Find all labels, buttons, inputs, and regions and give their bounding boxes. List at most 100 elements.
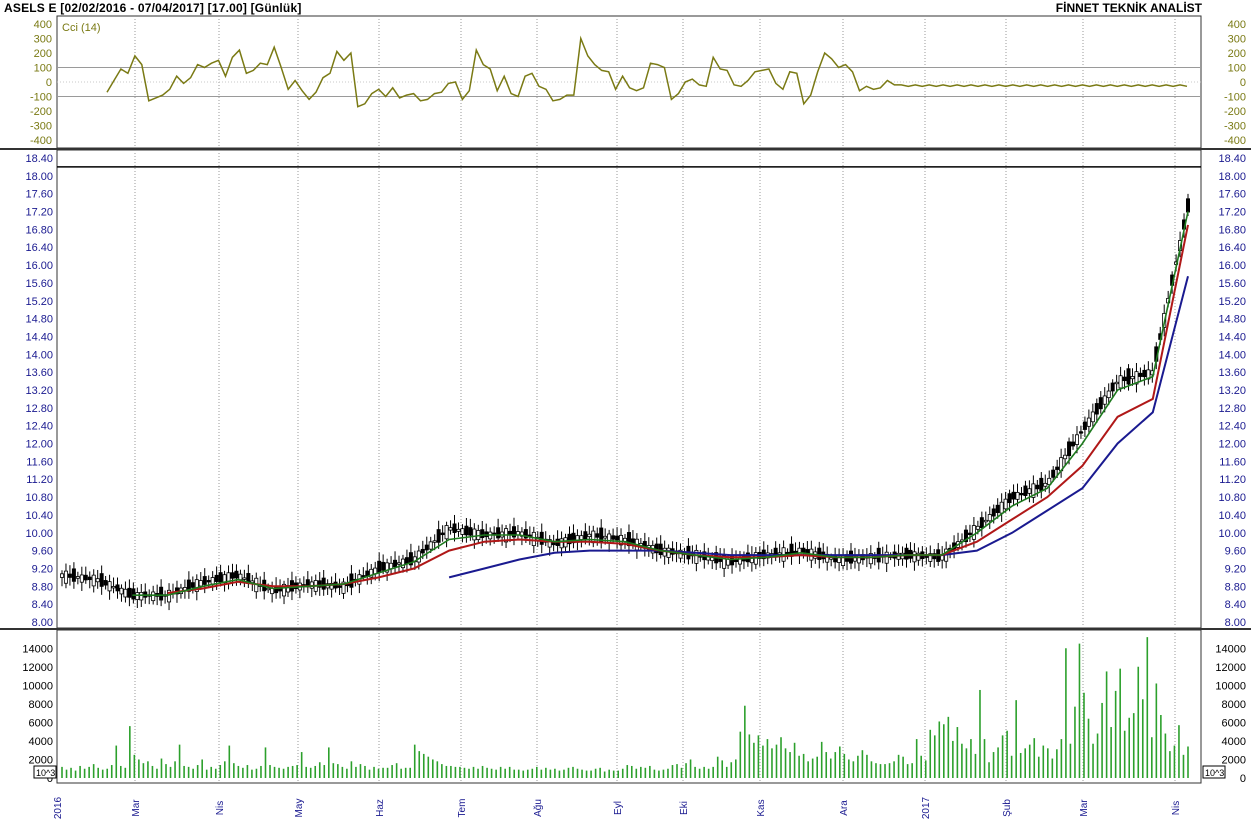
volume-tick-label-left: 14000 xyxy=(22,643,53,655)
price-tick-label-left: 12.80 xyxy=(25,403,53,415)
candle-body xyxy=(393,559,398,568)
price-tick-label-left: 14.80 xyxy=(25,314,53,326)
volume-tick-label-right: 2000 xyxy=(1222,754,1246,766)
price-tick-label-right: 10.80 xyxy=(1218,492,1246,504)
price-tick-label-right: 17.60 xyxy=(1218,189,1246,201)
price-tick-label-left: 18.40 xyxy=(25,153,53,165)
price-tick-label-left: 12.00 xyxy=(25,439,53,451)
x-tick-label: 2017 xyxy=(921,796,932,819)
price-tick-label-left: 18.00 xyxy=(25,171,53,183)
volume-tick-label-right: 0 xyxy=(1240,773,1246,785)
candle-body xyxy=(1106,390,1111,399)
price-tick-label-right: 17.20 xyxy=(1218,207,1246,219)
candle-body xyxy=(496,527,501,539)
candle-body xyxy=(1011,491,1016,500)
candle-body xyxy=(234,570,239,579)
candle-body xyxy=(1055,466,1060,470)
candle-body xyxy=(1023,485,1028,497)
candle-body xyxy=(242,577,247,580)
candle-body xyxy=(1110,382,1115,392)
candle-body xyxy=(583,531,588,540)
candle-body xyxy=(797,547,802,556)
price-tick-label-right: 10.40 xyxy=(1218,510,1246,522)
candle-body xyxy=(75,576,80,579)
candle-body xyxy=(884,551,889,564)
candle-body xyxy=(103,580,108,586)
candle-body xyxy=(579,535,584,540)
price-tick-label-right: 18.00 xyxy=(1218,171,1246,183)
candle-body xyxy=(611,535,616,540)
price-tick-label-left: 14.40 xyxy=(25,331,53,343)
candle-body xyxy=(777,552,782,555)
cci-tick-label-right: -400 xyxy=(1224,135,1246,147)
candle-body xyxy=(1051,469,1056,478)
candle-body xyxy=(472,528,477,541)
x-tick-label: May xyxy=(294,799,305,818)
candle-body xyxy=(1067,441,1072,457)
candle-body xyxy=(1130,376,1135,380)
volume-tick-label-left: 6000 xyxy=(29,717,53,729)
candle-body xyxy=(817,547,822,560)
candle-body xyxy=(983,519,988,523)
price-tick-label-right: 18.40 xyxy=(1218,153,1246,165)
candle-body xyxy=(159,586,164,601)
cci-tick-label-left: 200 xyxy=(34,48,52,60)
candle-body xyxy=(924,555,929,558)
x-tick-label: Şub xyxy=(1002,799,1013,817)
cci-tick-label-left: 300 xyxy=(34,34,52,46)
x-tick-label: Ağu xyxy=(533,799,544,817)
cci-tick-label-right: -100 xyxy=(1224,92,1246,104)
price-tick-label-right: 15.20 xyxy=(1218,296,1246,308)
price-tick-label-right: 14.40 xyxy=(1218,331,1246,343)
candle-body xyxy=(991,508,996,517)
price-tick-label-left: 13.60 xyxy=(25,367,53,379)
cci-tick-label-right: -300 xyxy=(1224,121,1246,133)
price-tick-label-left: 16.40 xyxy=(25,242,53,254)
cci-tick-label-right: 100 xyxy=(1228,63,1246,75)
candle-body xyxy=(1122,376,1127,382)
volume-tick-label-right: 4000 xyxy=(1222,736,1246,748)
x-tick-label: Tem xyxy=(457,799,468,818)
price-tick-label-right: 16.00 xyxy=(1218,260,1246,272)
price-tick-label-left: 15.60 xyxy=(25,278,53,290)
candle-body xyxy=(87,576,92,581)
price-tick-label-right: 12.40 xyxy=(1218,421,1246,433)
price-tick-label-left: 8.40 xyxy=(32,599,53,611)
price-tick-label-right: 13.60 xyxy=(1218,367,1246,379)
cci-tick-label-left: 0 xyxy=(46,77,52,89)
price-tick-label-right: 14.00 xyxy=(1218,349,1246,361)
candle-body xyxy=(452,523,457,534)
candle-body xyxy=(912,551,917,563)
candle-body xyxy=(151,591,156,602)
volume-tick-label-left: 8000 xyxy=(29,699,53,711)
candle-body xyxy=(444,525,449,540)
panel-frame-2 xyxy=(56,149,1202,629)
volume-tick-label-right: 10000 xyxy=(1215,680,1246,692)
cci-tick-label-right: 300 xyxy=(1228,34,1246,46)
candle-body xyxy=(60,573,65,578)
candle-body xyxy=(595,533,600,538)
price-tick-label-right: 8.40 xyxy=(1225,599,1246,611)
price-tick-label-left: 10.00 xyxy=(25,528,53,540)
candle-body xyxy=(1186,198,1191,213)
candle-body xyxy=(603,535,608,539)
candle-body xyxy=(1094,403,1099,415)
x-tick-label: 2016 xyxy=(53,796,64,819)
volume-tick-label-right: 6000 xyxy=(1222,717,1246,729)
candle-body xyxy=(1082,421,1087,430)
price-tick-label-right: 15.60 xyxy=(1218,278,1246,290)
price-tick-label-left: 10.40 xyxy=(25,510,53,522)
x-tick-label: Eyl xyxy=(613,801,624,815)
price-tick-label-right: 13.20 xyxy=(1218,385,1246,397)
candle-body xyxy=(63,570,68,584)
cci-tick-label-left: -200 xyxy=(30,106,52,118)
cci-tick-label-left: -300 xyxy=(30,121,52,133)
cci-tick-label-right: 0 xyxy=(1240,77,1246,89)
candle-body xyxy=(67,573,72,578)
candle-body xyxy=(967,532,972,535)
price-tick-label-left: 16.00 xyxy=(25,260,53,272)
cci-tick-label-right: -200 xyxy=(1224,106,1246,118)
candle-body xyxy=(119,587,124,595)
candle-body xyxy=(531,531,536,547)
price-tick-label-left: 14.00 xyxy=(25,349,53,361)
